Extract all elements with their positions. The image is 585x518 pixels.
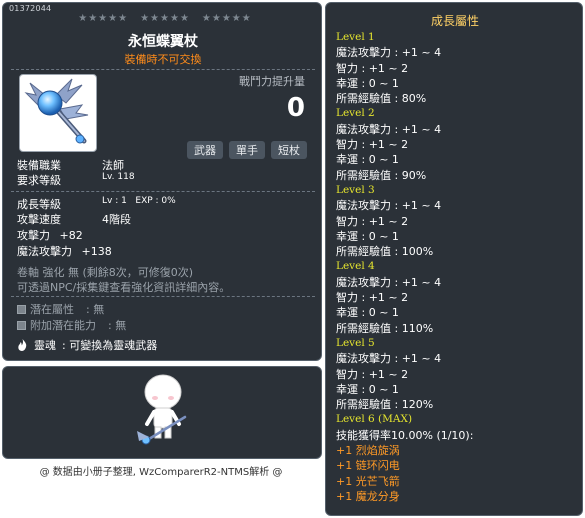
level-stat: 魔法攻擊力 : +1 ~ 4 [336, 46, 442, 60]
level-heading: Level 4 [336, 260, 375, 273]
item-tags: 武器 單手 短杖 [187, 141, 307, 159]
level-stat: 魔法攻擊力 : +1 ~ 4 [336, 199, 442, 213]
max-level-heading: Level 6 (MAX) [336, 413, 413, 426]
level-stat: 所需經驗值 : 90% [336, 168, 427, 182]
bonus-potential-value: : 無 [108, 319, 127, 332]
power-increase-label: 戰鬥力提升量 [239, 75, 305, 88]
tag-one-handed[interactable]: 單手 [229, 141, 265, 159]
level-stat: 魔法攻擊力 : +1 ~ 4 [336, 122, 442, 136]
npc-hint: 可透過NPC/採集鍵查看強化資訊詳細內容。 [17, 281, 231, 294]
attack-speed-row: 攻擊速度 4階段 [17, 211, 131, 227]
magic-attack-value: +138 [81, 245, 112, 258]
divider [11, 191, 315, 192]
item-id: 01372044 [9, 4, 52, 13]
soul-label: 靈魂 [34, 339, 56, 352]
level-stat: 所需經驗值 : 110% [336, 321, 434, 335]
growth-level-value: Lv : 1 EXP : 0% [102, 196, 176, 206]
magic-attack-row: 魔法攻擊力 +138 [17, 243, 112, 259]
level-stat: 幸運 : 0 ~ 1 [336, 229, 399, 243]
character-avatar [137, 374, 187, 445]
level-stat: 所需經驗值 : 120% [336, 398, 434, 412]
potential-row: 潛在屬性 : 無 [17, 301, 104, 317]
star-group-3: ★★★★★ [201, 13, 252, 24]
tag-short-staff[interactable]: 短杖 [271, 141, 307, 159]
growth-attributes-panel: 成長屬性 Level 1 魔法攻擊力 : +1 ~ 4 智力 : +1 ~ 2 … [325, 2, 583, 516]
attack-speed-value: 4階段 [102, 213, 131, 226]
character-preview-panel [2, 366, 322, 459]
req-level-row: 要求等級 Lv. 118 [17, 172, 135, 188]
attack-value: +82 [59, 229, 83, 242]
soul-row: 靈魂 : 可變換為靈魂武器 [17, 337, 157, 353]
level-stat: 魔法攻擊力 : +1 ~ 4 [336, 275, 442, 289]
growth-list: Level 1 魔法攻擊力 : +1 ~ 4 智力 : +1 ~ 2 幸運 : … [336, 30, 576, 504]
level-heading: Level 2 [336, 107, 375, 120]
potential-label: 潛在屬性 [30, 303, 74, 316]
bonus-potential-row: 附加潛在能力 : 無 [17, 317, 126, 333]
potential-icon [17, 304, 26, 314]
attack-row: 攻擊力 +82 [17, 227, 83, 243]
req-level-label: 要求等級 [17, 174, 61, 187]
level-stat: 魔法攻擊力 : +1 ~ 4 [336, 352, 442, 366]
scroll-enhance-info: 卷軸 強化 無 (剩餘8次，可修復0次) [17, 266, 194, 279]
attack-label: 攻擊力 [17, 229, 50, 242]
level-stat: 幸運 : 0 ~ 1 [336, 76, 399, 90]
level-stat: 幸運 : 0 ~ 1 [336, 153, 399, 167]
tag-weapon[interactable]: 武器 [187, 141, 223, 159]
skill-entry: +1 光芒飞箭 [336, 474, 400, 488]
skill-entry: +1 烈焰旋涡 [336, 444, 400, 458]
level-stat: 所需經驗值 : 80% [336, 92, 427, 106]
potential-value: : 無 [86, 303, 105, 316]
req-level-value: Lv. 118 [102, 172, 135, 182]
growth-level-row: 成長等級 Lv : 1 EXP : 0% [17, 196, 176, 212]
level-stat: 所需經驗值 : 100% [336, 245, 434, 259]
level-stat: 智力 : +1 ~ 2 [336, 61, 409, 75]
level-stat: 智力 : +1 ~ 2 [336, 214, 409, 228]
level-heading: Level 1 [336, 31, 375, 43]
soul-flame-icon [18, 339, 27, 351]
level-stat: 智力 : +1 ~ 2 [336, 367, 409, 381]
staff-icon [24, 78, 89, 144]
skill-entry: +1 魔龙分身 [336, 489, 400, 503]
level-stat: 幸運 : 0 ~ 1 [336, 382, 399, 396]
level-stat: 幸運 : 0 ~ 1 [336, 306, 399, 320]
job-value: 法師 [102, 159, 124, 172]
bonus-potential-icon [17, 320, 26, 330]
credit-line: @ 数据由小册子整理, WzComparerR2-NTMS解析 @ [39, 467, 283, 478]
level-heading: Level 3 [336, 183, 375, 196]
bonus-potential-label: 附加潛在能力 [30, 319, 96, 332]
skill-rate-line: 技能獲得率10.00% (1/10): [336, 428, 474, 442]
magic-attack-label: 魔法攻擊力 [17, 245, 72, 258]
trade-restriction: 裝備時不可交換 [124, 53, 202, 66]
job-row: 裝備職業 法師 [17, 157, 124, 173]
divider [11, 69, 315, 70]
star-force-row: ★★★★★ ★★★★★ ★★★★★ [69, 13, 261, 24]
skill-entry: +1 链环闪电 [336, 459, 400, 473]
job-label: 裝備職業 [17, 159, 61, 172]
level-stat: 智力 : +1 ~ 2 [336, 138, 409, 152]
attack-speed-label: 攻擊速度 [17, 213, 61, 226]
level-stat: 智力 : +1 ~ 2 [336, 291, 409, 305]
growth-level-label: 成長等級 [17, 198, 61, 211]
soul-value: : 可變換為靈魂武器 [62, 339, 158, 352]
level-heading: Level 5 [336, 336, 375, 349]
growth-title: 成長屬性 [430, 14, 479, 28]
star-group-2: ★★★★★ [140, 13, 190, 24]
item-tooltip-panel: 01372044 ★★★★★ ★★★★★ ★★★★★ 永恒蝶翼杖 裝備時不可交換 [2, 2, 322, 361]
star-group-1: ★★★★★ [78, 13, 129, 24]
item-icon-frame [19, 74, 97, 152]
power-increase-value: 0 [286, 93, 305, 123]
item-name: 永恒蝶翼杖 [128, 34, 198, 50]
divider [11, 296, 315, 297]
